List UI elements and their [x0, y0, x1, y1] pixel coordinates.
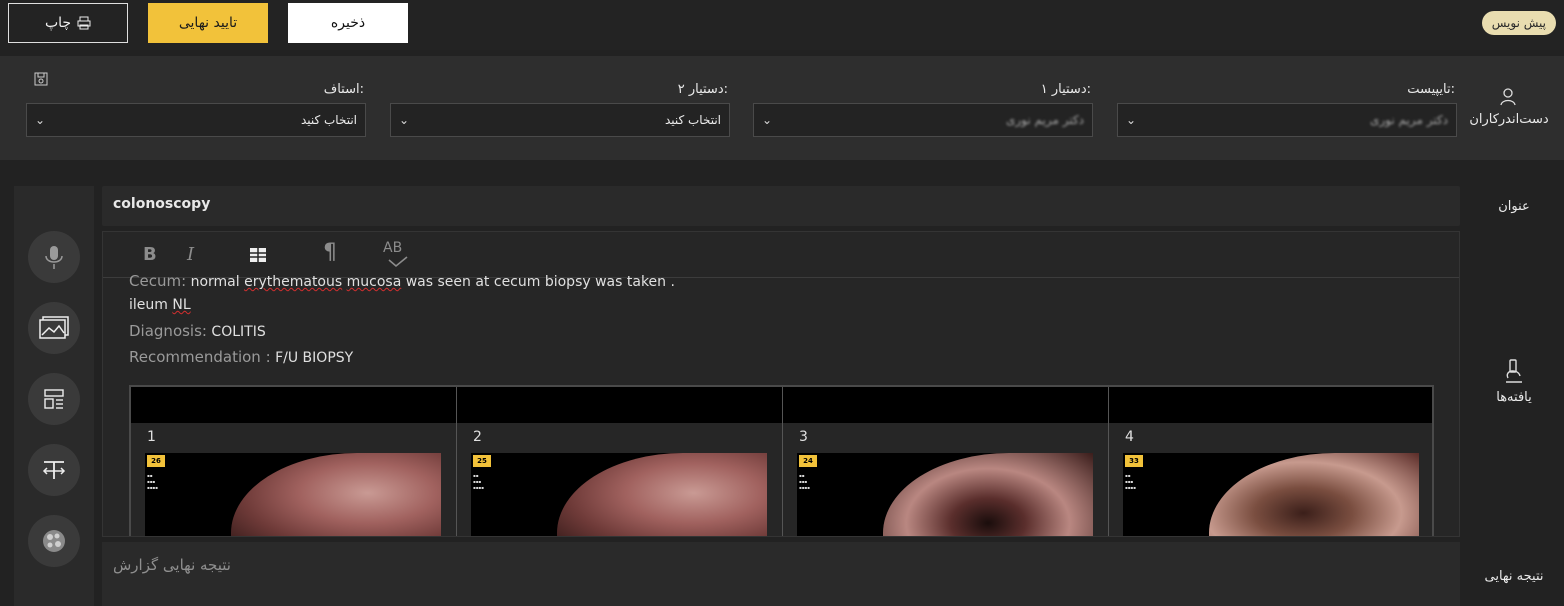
image-overlay-text: ▪▪ ▪▪▪ ▪▪▪▪	[1125, 473, 1136, 490]
save-button[interactable]: ذخیره	[288, 3, 408, 43]
endoscopy-image[interactable]: 24 ▪▪ ▪▪▪ ▪▪▪▪	[797, 453, 1093, 536]
title-section-label: عنوان	[1498, 199, 1530, 214]
voice-dictation-button[interactable]	[28, 231, 80, 283]
image-cell: 3 24 ▪▪ ▪▪▪ ▪▪▪▪	[783, 387, 1109, 536]
printer-icon	[77, 16, 91, 30]
ileum-line: ileum NL	[129, 297, 191, 313]
ai-assist-button[interactable]	[28, 515, 80, 567]
staff-side-label: دست‌اندرکاران	[1454, 86, 1564, 127]
staff-field-label: دستیار ۲:	[677, 82, 728, 97]
final-approve-button[interactable]: تایید نهایی	[148, 3, 268, 43]
typist-select[interactable]: ⌄ دکتر مریم نوری	[1117, 103, 1457, 137]
staff-field-assistant-2: دستیار ۲: ⌄ انتخاب کنید	[390, 82, 730, 137]
staff-field-assistant-1: دستیار ۱: ⌄ دکتر مریم نوری	[753, 82, 1093, 137]
bold-button[interactable]: B	[143, 244, 157, 265]
image-cell: 1 26 ▪▪ ▪▪▪ ▪▪▪▪	[131, 387, 457, 536]
image-number: 1	[147, 429, 156, 445]
image-overlay-text: ▪▪ ▪▪▪ ▪▪▪▪	[473, 473, 484, 490]
chevron-down-icon: ⌄	[762, 113, 773, 127]
ileum-text: ileum	[129, 297, 168, 313]
findings-editor[interactable]: B I ¶ AB Cecum: normal erythematous muco…	[102, 231, 1460, 537]
template-button[interactable]	[28, 373, 80, 425]
staff-field-label: استاف:	[323, 82, 364, 97]
layout-icon	[44, 389, 64, 409]
image-overlay-text: ▪▪ ▪▪▪ ▪▪▪▪	[147, 473, 158, 490]
final-result-section-label: نتیجه نهایی	[1484, 569, 1544, 584]
save-label: ذخیره	[330, 15, 366, 31]
assistant-1-select[interactable]: ⌄ دکتر مریم نوری	[753, 103, 1093, 137]
approve-label: تایید نهایی	[178, 15, 238, 31]
diagnosis-value: COLITIS	[211, 324, 266, 340]
left-tool-rail	[14, 186, 94, 606]
image-number: 3	[799, 429, 808, 445]
chevron-down-icon: ⌄	[1126, 113, 1137, 127]
misspelled-word: erythematous	[244, 274, 343, 290]
chevron-down-icon: ⌄	[399, 113, 410, 127]
staff-field-label: دستیار ۱:	[1040, 82, 1091, 97]
diagnosis-label: Diagnosis:	[129, 322, 207, 340]
print-button[interactable]: چاپ	[8, 3, 128, 43]
staff-field-attending: استاف: ⌄ انتخاب کنید	[26, 82, 366, 137]
tissue-view	[557, 453, 767, 536]
cecum-text: normal	[190, 274, 240, 290]
image-number: 2	[473, 429, 482, 445]
report-title-input[interactable]: colonoscopy	[102, 186, 1460, 226]
select-value: دکتر مریم نوری	[1369, 113, 1448, 127]
findings-section-label: یافته‌ها	[1464, 358, 1564, 405]
misspelled-word: NL	[172, 297, 191, 313]
text-format-button[interactable]	[28, 444, 80, 496]
image-gallery-button[interactable]	[28, 302, 80, 354]
draft-status-badge: پیش نویس	[1481, 11, 1556, 35]
spellcheck-label: AB	[383, 240, 403, 256]
endoscopy-image[interactable]: 26 ▪▪ ▪▪▪ ▪▪▪▪	[145, 453, 441, 536]
staff-section-title: دست‌اندرکاران	[1469, 112, 1549, 127]
select-value: دکتر مریم نوری	[1005, 113, 1084, 127]
chevron-down-icon: ⌄	[35, 113, 46, 127]
user-edit-icon	[1500, 88, 1516, 106]
image-number: 4	[1125, 429, 1134, 445]
table-icon[interactable]	[249, 247, 267, 263]
misspelled-word: mucosa	[346, 274, 402, 290]
tissue-view	[231, 453, 441, 536]
cecum-line: Cecum: normal erythematous mucosa was se…	[129, 272, 675, 290]
recommendation-value: F/U BIOPSY	[275, 350, 354, 366]
select-value: انتخاب کنید	[664, 113, 721, 127]
recommendation-line: Recommendation : F/U BIOPSY	[129, 348, 353, 366]
staff-field-typist: تایپیست: ⌄ دکتر مریم نوری	[1117, 82, 1457, 137]
endoscopy-image[interactable]: 33 ▪▪ ▪▪▪ ▪▪▪▪	[1123, 453, 1419, 536]
check-icon	[388, 256, 408, 268]
image-overlay-text: ▪▪ ▪▪▪ ▪▪▪▪	[799, 473, 810, 490]
image-cell: 2 25 ▪▪ ▪▪▪ ▪▪▪▪	[457, 387, 783, 536]
image-tag: 24	[799, 455, 817, 467]
image-tag: 33	[1125, 455, 1143, 467]
image-tag: 25	[473, 455, 491, 467]
print-label: چاپ	[44, 15, 72, 31]
staff-section: استاف: ⌄ انتخاب کنید دستیار ۲: ⌄ انتخاب …	[0, 56, 1564, 160]
spellcheck-button[interactable]: AB	[383, 240, 408, 268]
recommendation-label: Recommendation :	[129, 348, 271, 366]
diagnosis-line: Diagnosis: COLITIS	[129, 322, 266, 340]
brain-icon	[43, 530, 65, 552]
top-toolbar: چاپ تایید نهایی ذخیره پیش نویس	[0, 0, 1564, 50]
paragraph-button[interactable]: ¶	[323, 240, 337, 265]
final-result-input[interactable]: نتیجه نهایی گزارش	[102, 542, 1460, 606]
endoscopy-image[interactable]: 25 ▪▪ ▪▪▪ ▪▪▪▪	[471, 453, 767, 536]
attending-select[interactable]: ⌄ انتخاب کنید	[26, 103, 366, 137]
cecum-label: Cecum:	[129, 272, 187, 290]
image-cell: 4 33 ▪▪ ▪▪▪ ▪▪▪▪	[1109, 387, 1434, 536]
select-value: انتخاب کنید	[300, 113, 357, 127]
findings-label: یافته‌ها	[1496, 390, 1532, 405]
endoscopy-image-table: 1 26 ▪▪ ▪▪▪ ▪▪▪▪ 2 25 ▪▪ ▪▪▪ ▪▪▪▪ 3 24 ▪▪ ▪▪▪…	[129, 385, 1434, 536]
image-tag: 26	[147, 455, 165, 467]
text-icon	[42, 461, 66, 479]
cecum-text: was seen at cecum biopsy was taken .	[405, 274, 675, 290]
microphone-icon	[45, 246, 63, 269]
images-icon	[39, 316, 69, 339]
tissue-view	[883, 453, 1093, 536]
italic-button[interactable]: I	[187, 244, 194, 265]
staff-field-label: تایپیست:	[1407, 82, 1455, 97]
tissue-view	[1209, 453, 1419, 536]
assistant-2-select[interactable]: ⌄ انتخاب کنید	[390, 103, 730, 137]
microscope-icon	[1506, 359, 1522, 383]
